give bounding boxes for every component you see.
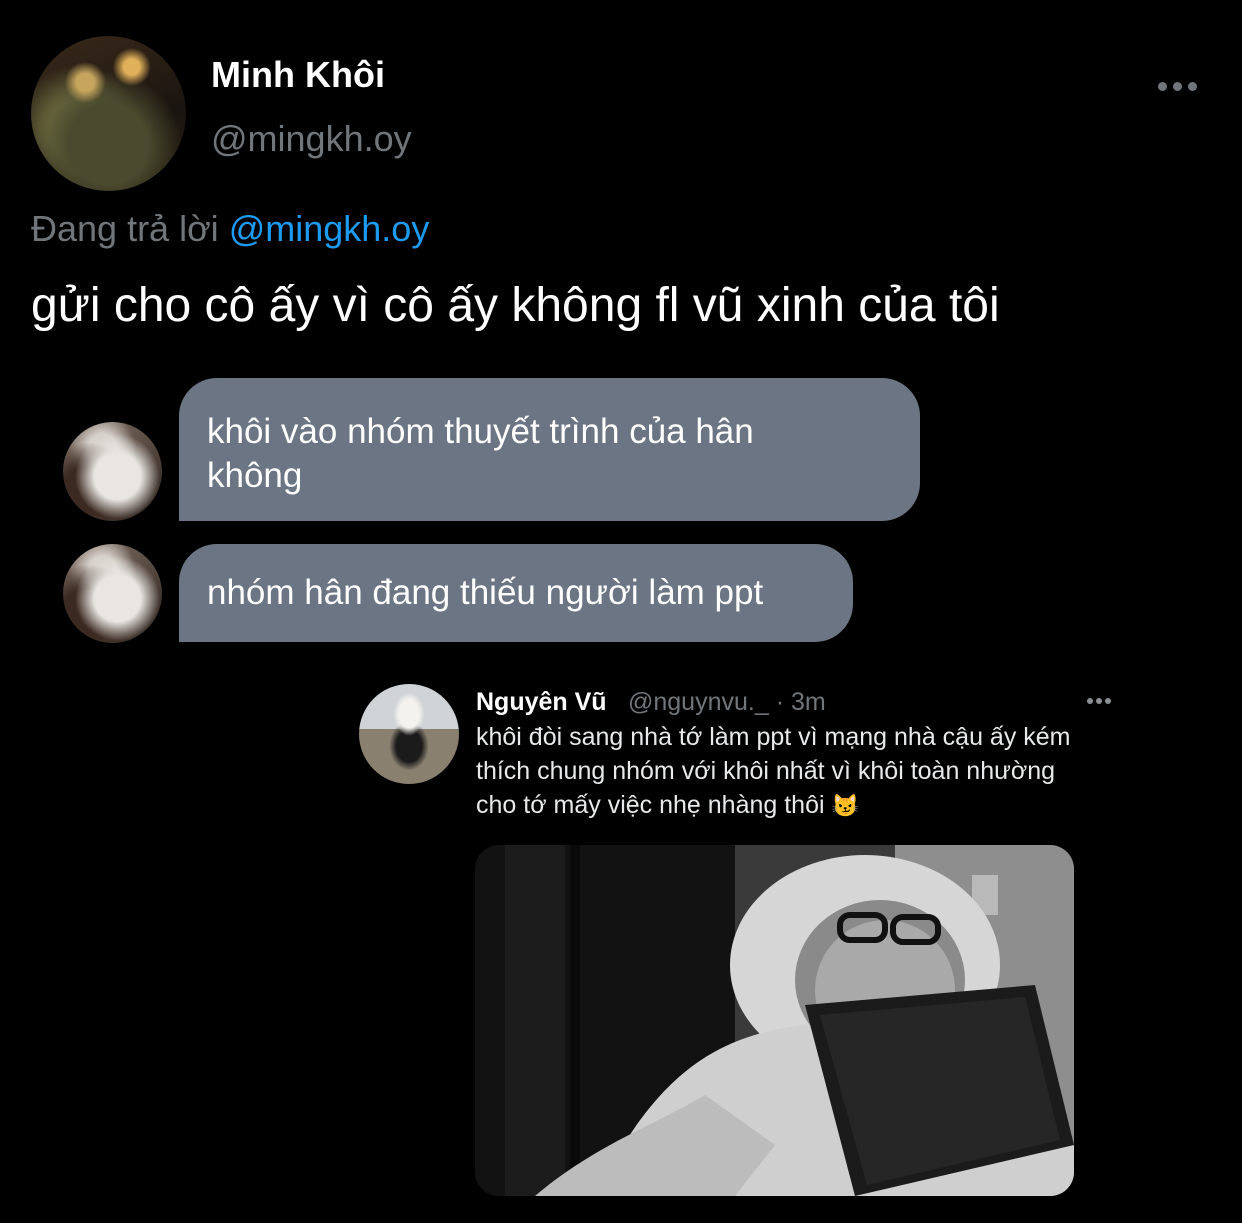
quoted-more-icon — [1087, 696, 1113, 706]
message-text-line: khôi vào nhóm thuyết trình của hân — [207, 412, 754, 451]
more-options-icon[interactable] — [1158, 74, 1202, 98]
smirking-cat-icon: 😼 — [831, 793, 859, 818]
message-text-line: nhóm hân đang thiếu người làm ppt — [207, 573, 764, 612]
author-handle[interactable]: @mingkh.oy — [211, 118, 412, 160]
message-bubble: nhóm hân đang thiếu người làm ppt — [179, 544, 853, 642]
replying-to-line: Đang trả lời @mingkh.oy — [31, 208, 429, 250]
quoted-tweet-text: khôi đòi sang nhà tớ làm ppt vì mạng nhà… — [476, 720, 1136, 823]
message-sender-avatar — [63, 544, 162, 643]
quoted-text-line: cho tớ mấy việc nhẹ nhàng thôi 😼 — [476, 788, 1136, 823]
message-sender-avatar — [63, 422, 162, 521]
photo-illustration — [475, 845, 1074, 1196]
reply-mention-link[interactable]: @mingkh.oy — [229, 208, 430, 249]
author-display-name[interactable]: Minh Khôi — [211, 54, 385, 96]
quoted-author-name: Nguyên Vũ — [476, 688, 607, 716]
message-bubble: khôi vào nhóm thuyết trình của hân không — [179, 378, 920, 521]
quoted-text-line: khôi đòi sang nhà tớ làm ppt vì mạng nhà… — [476, 723, 1071, 751]
quoted-author-avatar — [359, 684, 459, 784]
quoted-author-meta: @nguynvu._ · 3m — [628, 688, 826, 716]
message-text-line: không — [207, 456, 303, 495]
quoted-text-line: thích chung nhóm với khôi nhất vì khôi t… — [476, 757, 1056, 785]
reply-prefix: Đang trả lời — [31, 208, 219, 249]
quoted-tweet-photo — [475, 845, 1074, 1196]
quoted-text-line-3: cho tớ mấy việc nhẹ nhàng thôi — [476, 791, 825, 819]
tweet-text: gửi cho cô ấy vì cô ấy không fl vũ xinh … — [31, 279, 1000, 332]
author-avatar[interactable] — [31, 36, 186, 191]
